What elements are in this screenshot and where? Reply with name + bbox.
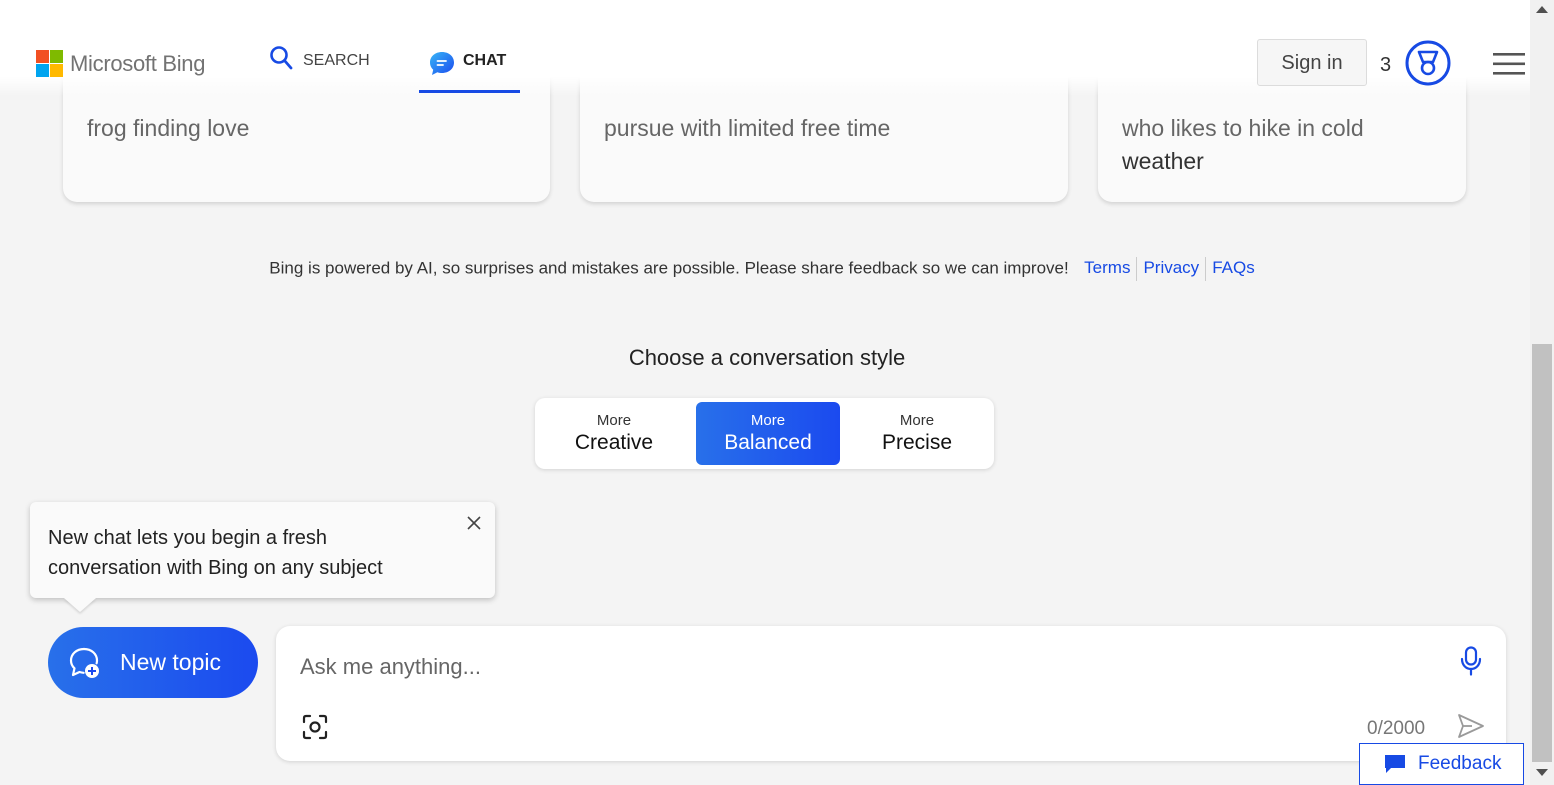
visual-search-icon[interactable] [302, 714, 328, 740]
terms-link[interactable]: Terms [1078, 258, 1136, 277]
style-option-label: Precise [881, 431, 953, 454]
microsoft-logo-icon [36, 50, 63, 77]
search-icon [270, 46, 293, 70]
privacy-link[interactable]: Privacy [1137, 258, 1205, 277]
new-topic-button[interactable]: New topic [48, 627, 258, 698]
character-count: 0/2000 [1367, 718, 1426, 739]
send-icon[interactable] [1457, 713, 1485, 739]
chat-input[interactable] [298, 646, 1422, 688]
scrollbar-thumb[interactable] [1532, 344, 1552, 762]
nav-tab-chat[interactable]: CHAT [419, 45, 520, 93]
disclaimer-text: Bing is powered by AI, so surprises and … [269, 258, 1069, 278]
faqs-link[interactable]: FAQs [1206, 258, 1261, 277]
chat-bubble-icon [430, 52, 454, 75]
feedback-icon [1385, 755, 1405, 773]
chat-input-box: 0/2000 [276, 626, 1506, 761]
rewards-count: 3 [1380, 54, 1392, 76]
style-option-label: Creative [574, 431, 654, 454]
hamburger-menu-icon[interactable] [1493, 51, 1525, 77]
top-header: Microsoft Bing SEARCH CHAT Sign in 3 [0, 0, 1530, 96]
nav-tab-label: SEARCH [303, 52, 370, 69]
suggestion-card-text: weather [1122, 148, 1204, 174]
suggestion-card-text: pursue with limited free time [604, 115, 891, 141]
feedback-button[interactable]: Feedback [1359, 743, 1524, 785]
tooltip-text: New chat lets you begin a fresh conversa… [48, 527, 383, 579]
rewards-medal-icon[interactable] [1405, 40, 1451, 86]
feedback-label: Feedback [1418, 753, 1502, 774]
ai-disclaimer: Bing is powered by AI, so surprises and … [0, 257, 1530, 281]
nav-tab-search[interactable]: SEARCH [269, 45, 370, 93]
sign-in-button[interactable]: Sign in [1257, 39, 1367, 86]
scroll-up-arrow-icon[interactable] [1536, 6, 1548, 13]
microphone-icon[interactable] [1460, 646, 1482, 676]
suggestion-card-text: who likes to hike in cold [1122, 115, 1364, 141]
suggestion-card-text: frog finding love [87, 115, 250, 141]
style-option-precise[interactable]: More Precise [845, 402, 989, 465]
new-chat-icon [69, 647, 99, 678]
style-option-prefix: More [750, 412, 786, 429]
bing-logo[interactable]: Microsoft Bing [36, 50, 205, 77]
nav-tab-label: CHAT [463, 52, 507, 69]
style-option-label: Balanced [724, 431, 812, 454]
tooltip-arrow [64, 598, 96, 612]
style-option-balanced[interactable]: More Balanced [696, 402, 840, 465]
conversation-style-title: Choose a conversation style [628, 345, 906, 370]
style-option-prefix: More [899, 412, 935, 429]
new-topic-tooltip: New chat lets you begin a fresh conversa… [30, 502, 495, 598]
scroll-down-arrow-icon[interactable] [1536, 769, 1548, 776]
logo-text: Microsoft Bing [70, 50, 206, 76]
close-icon[interactable] [465, 514, 483, 532]
style-option-creative[interactable]: More Creative [541, 402, 687, 465]
new-topic-label: New topic [120, 649, 221, 675]
conversation-style-selector: More Creative More Balanced More Precise [535, 398, 994, 469]
style-option-prefix: More [596, 412, 632, 429]
